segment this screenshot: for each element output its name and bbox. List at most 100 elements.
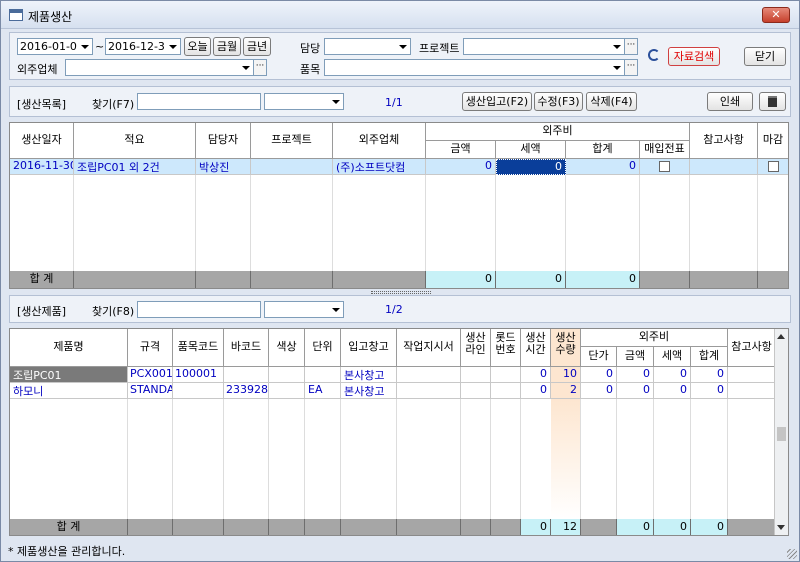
production-in-button[interactable]: 생산입고(F2)	[462, 92, 532, 111]
total-empty	[690, 271, 758, 288]
col-price[interactable]: 단가	[581, 347, 617, 367]
col-purchase[interactable]: 매입전표	[640, 141, 690, 159]
total-empty	[640, 271, 690, 288]
col-name[interactable]: 제품명	[10, 329, 128, 367]
total-empty	[581, 519, 617, 535]
today-button[interactable]: 오늘	[184, 37, 211, 56]
col-warehouse[interactable]: 입고창고	[341, 329, 397, 367]
table-row[interactable]: 하모니 STANDA 23392839 EA 본사창고 0 2 0 0 0 0	[10, 383, 776, 399]
total-empty	[128, 519, 173, 535]
total-empty	[728, 519, 776, 535]
total-row: 합 계 0 12 0 0 0	[10, 519, 776, 535]
table-row[interactable]: 조립PC01 PCX001 100001 본사창고 0 10 0 0 0 0	[10, 367, 776, 383]
find-field-select[interactable]	[264, 93, 344, 110]
col-spec[interactable]: 규격	[128, 329, 173, 367]
col-project[interactable]: 프로젝트	[251, 123, 333, 159]
scroll-thumb[interactable]	[777, 427, 786, 441]
date-to-value: 2016-12-31	[108, 40, 172, 53]
outsource-select[interactable]	[65, 59, 254, 76]
chevron-down-icon[interactable]	[329, 94, 343, 109]
col-line[interactable]: 생산 라인	[461, 329, 491, 367]
find-field-select[interactable]	[264, 301, 344, 318]
find-input[interactable]	[137, 301, 261, 318]
col-amount[interactable]: 금액	[617, 347, 654, 367]
col-close[interactable]: 마감	[758, 123, 788, 159]
col-tax[interactable]: 세액	[654, 347, 691, 367]
search-data-button[interactable]: 자료검색	[668, 47, 720, 66]
col-lot[interactable]: 롯드 번호	[491, 329, 521, 367]
total-tax: 0	[496, 271, 566, 288]
scroll-up-icon[interactable]	[777, 334, 785, 339]
col-tax[interactable]: 세액	[496, 141, 566, 159]
col-manager[interactable]: 담당자	[196, 123, 251, 159]
item-select[interactable]	[324, 59, 625, 76]
total-time: 0	[521, 519, 551, 535]
col-sum[interactable]: 합계	[566, 141, 640, 159]
outsource-label: 외주업체	[17, 63, 58, 76]
grid-empty-area	[10, 175, 788, 271]
resize-grip-icon[interactable]	[787, 549, 797, 559]
col-note[interactable]: 참고사항	[690, 123, 758, 159]
section-title: [생산제품]	[17, 305, 67, 318]
col-work-order[interactable]: 작업지시서	[397, 329, 461, 367]
close-button[interactable]: 닫기	[744, 47, 786, 66]
close-checkbox[interactable]	[767, 161, 779, 172]
find-input[interactable]	[137, 93, 261, 110]
total-label: 합 계	[10, 271, 74, 288]
col-vendor[interactable]: 외주업체	[333, 123, 426, 159]
row-warehouse: 본사창고	[341, 367, 397, 383]
delete-button[interactable]: 삭제(F4)	[586, 92, 637, 111]
chevron-down-icon[interactable]	[239, 60, 253, 75]
col-summary[interactable]: 적요	[74, 123, 196, 159]
close-window-button[interactable]: ✕	[762, 7, 790, 23]
manager-select[interactable]	[324, 38, 411, 55]
col-time[interactable]: 생산 시간	[521, 329, 551, 367]
project-select[interactable]	[463, 38, 625, 55]
total-qty: 12	[551, 519, 581, 535]
this-year-button[interactable]: 금년	[243, 37, 271, 56]
row-unit: EA	[305, 383, 341, 399]
chevron-down-icon[interactable]	[166, 39, 180, 54]
row-note	[690, 159, 758, 175]
find-label: 찾기(F7)	[92, 98, 135, 111]
production-list-toolbar: [생산목록] 찾기(F7) 1/1 생산입고(F2) 수정(F3) 삭제(F4)…	[9, 86, 791, 117]
edit-button[interactable]: 수정(F3)	[534, 92, 583, 111]
table-row[interactable]: 2016-11-30 조립PC01 외 2건 박상진 (주)소프트닷컴 0 0 …	[10, 159, 788, 175]
col-code[interactable]: 품목코드	[173, 329, 224, 367]
scroll-down-icon[interactable]	[777, 525, 785, 530]
splitter-handle[interactable]	[371, 291, 431, 294]
this-month-button[interactable]: 금월	[213, 37, 241, 56]
col-note[interactable]: 참고사항	[728, 329, 776, 367]
total-empty	[173, 519, 224, 535]
col-sum[interactable]: 합계	[691, 347, 728, 367]
col-qty[interactable]: 생산 수량	[551, 329, 581, 367]
project-browse-button[interactable]: ···	[624, 38, 638, 55]
date-from-field[interactable]: 2016-01-01	[17, 38, 93, 55]
trash-button[interactable]	[759, 92, 786, 111]
purchase-checkbox[interactable]	[659, 161, 670, 172]
chevron-down-icon[interactable]	[610, 60, 624, 75]
date-to-field[interactable]: 2016-12-31	[105, 38, 181, 55]
row-tax-selected[interactable]: 0	[496, 159, 566, 175]
window: 제품생산 ✕ 2016-01-01 ~ 2016-12-31 오늘 금월 금년 …	[0, 0, 800, 562]
col-date[interactable]: 생산일자	[10, 123, 74, 159]
row-purchase-cell	[640, 159, 690, 175]
col-amount[interactable]: 금액	[426, 141, 496, 159]
chevron-down-icon[interactable]	[329, 302, 343, 317]
find-label: 찾기(F8)	[92, 305, 135, 318]
outsource-browse-button[interactable]: ···	[253, 59, 267, 76]
col-unit[interactable]: 단위	[305, 329, 341, 367]
chevron-down-icon[interactable]	[396, 39, 410, 54]
print-button[interactable]: 인쇄	[707, 92, 753, 111]
col-barcode[interactable]: 바코드	[224, 329, 269, 367]
refresh-icon[interactable]	[648, 49, 660, 61]
chevron-down-icon[interactable]	[610, 39, 624, 54]
total-empty	[461, 519, 491, 535]
chevron-down-icon[interactable]	[78, 39, 92, 54]
row-tax: 0	[654, 367, 691, 383]
vertical-scrollbar[interactable]	[774, 329, 788, 535]
col-color[interactable]: 색상	[269, 329, 305, 367]
item-browse-button[interactable]: ···	[624, 59, 638, 76]
window-icon	[9, 9, 23, 21]
row-amount: 0	[617, 367, 654, 383]
